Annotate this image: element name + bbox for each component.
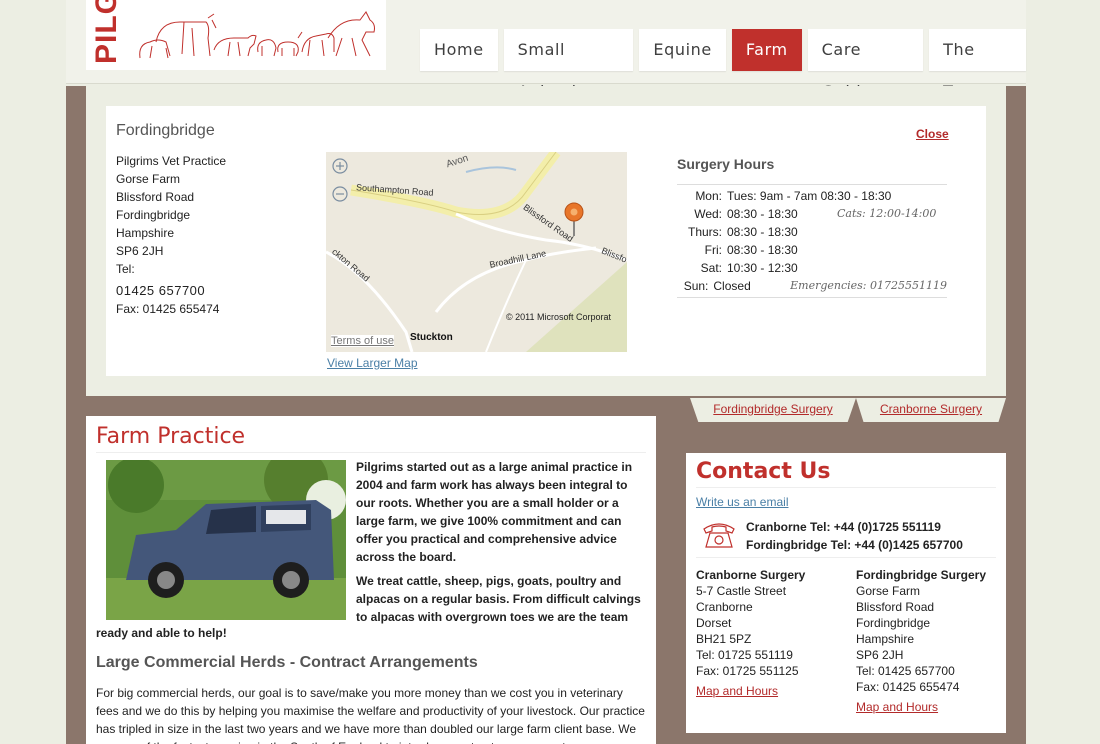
address-line: Tel: <box>116 262 135 276</box>
location-map[interactable]: Avon Southampton Road Blissford Road Bro… <box>326 152 627 352</box>
hours-row: Sun: Closed Emergencies: 01725551119 <box>677 277 947 295</box>
site-header: PILGR Home Small Animals Equine Farm Car… <box>66 0 1026 101</box>
hours-day: Fri: <box>704 243 722 257</box>
telephone-lines: Cranborne Tel: +44 (0)1725 551119 Fordin… <box>746 518 963 554</box>
write-email-link[interactable]: Write us an email <box>696 495 788 509</box>
view-larger-map-link[interactable]: View Larger Map <box>327 356 418 370</box>
hours-note: Cats: 12:00-14:00 <box>837 207 937 220</box>
hours-row: Sat: 10:30 - 12:30 <box>677 259 947 277</box>
hours-day: Sat: <box>700 261 722 275</box>
address-line: Gorse Farm <box>116 172 181 186</box>
map-copyright: © 2011 Microsoft Corporat <box>506 312 612 322</box>
nav-equine[interactable]: Equine <box>639 29 726 71</box>
farm-subheading: Large Commercial Herds - Contract Arrang… <box>96 654 478 671</box>
address-line: 5-7 Castle Street <box>696 584 787 598</box>
tab-label[interactable]: Fordingbridge Surgery <box>713 402 832 416</box>
hours-day: Sun: <box>683 279 709 293</box>
telephone-icon <box>703 523 735 548</box>
fax-number: Fax: 01425 655474 <box>116 302 220 316</box>
address-line: Fordingbridge <box>856 616 931 630</box>
hours-day: Thurs: <box>687 225 722 239</box>
hours-note: Emergencies: 01725551119 <box>790 279 947 292</box>
hours-row: Mon: Tues: 9am - 7am 08:30 - 18:30 <box>677 187 947 205</box>
hours-row: Thurs: 08:30 - 18:30 <box>677 223 947 241</box>
address-line: SP6 2JH <box>116 244 164 258</box>
farm-intro-paragraph: Pilgrims started out as a large animal p… <box>356 460 633 564</box>
nav-small-animals[interactable]: Small Animals <box>503 29 634 101</box>
address-line: Blissford Road <box>116 190 195 204</box>
main-nav: Home Small Animals Equine Farm Care Guid… <box>420 29 1026 101</box>
map-terms-link[interactable]: Terms of use <box>331 335 394 347</box>
address-line: SP6 2JH <box>856 648 904 662</box>
surgery-hours-table: Mon: Tues: 9am - 7am 08:30 - 18:30 Wed: … <box>677 184 947 298</box>
farm-body: For big commercial herds, our goal is to… <box>96 686 645 744</box>
farm-intro-paragraph: We treat cattle, sheep, pigs, goats, pou… <box>356 574 641 624</box>
tab-fordingbridge-surgery[interactable]: Fordingbridge Surgery <box>690 398 856 422</box>
animals-logo-icon <box>139 11 375 59</box>
farm-intro: Pilgrims started out as a large animal p… <box>356 458 646 632</box>
address-block: Pilgrims Vet Practice Gorse Farm Blissfo… <box>116 152 226 318</box>
address-line: Fax: 01725 551125 <box>696 664 799 678</box>
farm-practice-title: Farm Practice <box>96 424 246 449</box>
farm-practice-section: Farm Practice Pilgrims started out as a … <box>86 416 656 744</box>
divider <box>96 452 646 453</box>
phone-number: 01425 657700 <box>116 283 206 298</box>
address-line: Cranborne <box>696 600 753 614</box>
address-line: Blissford Road <box>856 600 935 614</box>
address-line: Hampshire <box>116 226 175 240</box>
logo[interactable]: PILGR <box>86 0 386 70</box>
map-label: Stuckton <box>410 332 453 343</box>
farm-vehicle-photo <box>106 460 346 620</box>
surgery-hours-title: Surgery Hours <box>677 156 775 172</box>
map-and-hours-link[interactable]: Map and Hours <box>856 699 986 715</box>
farm-intro-continuation: ready and able to help! <box>96 626 227 640</box>
location-panel: Fordingbridge Close Pilgrims Vet Practic… <box>86 86 1006 396</box>
contact-us-section: Contact Us Write us an email Cranborne T… <box>686 453 1006 733</box>
divider <box>696 487 996 488</box>
address-line: Fax: 01425 655474 <box>856 680 960 694</box>
nav-the-team[interactable]: The Team <box>929 29 1026 101</box>
contact-us-title: Contact Us <box>696 459 831 484</box>
nav-care-guides[interactable]: Care Guides <box>807 29 924 101</box>
hours-row: Fri: 08:30 - 18:30 <box>677 241 947 259</box>
fordingbridge-surgery-address: Fordingbridge Surgery Gorse Farm Blissfo… <box>856 567 986 715</box>
address-line: Tel: 01425 657700 <box>856 664 955 678</box>
map-canvas <box>326 152 627 352</box>
hours-times: 08:30 - 18:30 <box>727 243 798 257</box>
map-and-hours-link[interactable]: Map and Hours <box>696 683 805 699</box>
address-line: Dorset <box>696 616 732 630</box>
logo-text: PILGR <box>90 0 123 64</box>
nav-farm[interactable]: Farm <box>731 29 802 71</box>
surgery-name: Fordingbridge Surgery <box>856 568 987 582</box>
location-title: Fordingbridge <box>116 122 215 139</box>
hours-day: Mon: <box>695 189 722 203</box>
hours-times: 08:30 - 18:30 <box>727 225 798 239</box>
address-line: Hampshire <box>856 632 915 646</box>
hours-row: Wed: 08:30 - 18:30 Cats: 12:00-14:00 <box>677 205 947 223</box>
address-line: BH21 5PZ <box>696 632 752 646</box>
address-line: Pilgrims Vet Practice <box>116 154 227 168</box>
tab-label[interactable]: Cranborne Surgery <box>880 402 982 416</box>
surgery-name: Cranborne Surgery <box>696 568 806 582</box>
tel-cranborne: Cranborne Tel: +44 (0)1725 551119 <box>746 520 941 534</box>
nav-home[interactable]: Home <box>420 29 498 71</box>
hours-times: 08:30 - 18:30 <box>727 207 798 221</box>
tel-fordingbridge: Fordingbridge Tel: +44 (0)1425 657700 <box>746 538 963 552</box>
hours-times: Tues: 9am - 7am 08:30 - 18:30 <box>727 189 892 203</box>
hours-day: Wed: <box>694 207 722 221</box>
cranborne-surgery-address: Cranborne Surgery 5-7 Castle Street Cran… <box>696 567 805 699</box>
tab-cranborne-surgery[interactable]: Cranborne Surgery <box>856 398 1006 422</box>
close-link[interactable]: Close <box>916 127 949 141</box>
hours-times: 10:30 - 12:30 <box>727 261 798 275</box>
hours-times: Closed <box>713 279 751 293</box>
divider <box>696 557 996 558</box>
location-card: Fordingbridge Close Pilgrims Vet Practic… <box>106 106 986 376</box>
address-line: Tel: 01725 551119 <box>696 648 793 662</box>
address-line: Fordingbridge <box>116 208 191 222</box>
address-line: Gorse Farm <box>856 584 921 598</box>
